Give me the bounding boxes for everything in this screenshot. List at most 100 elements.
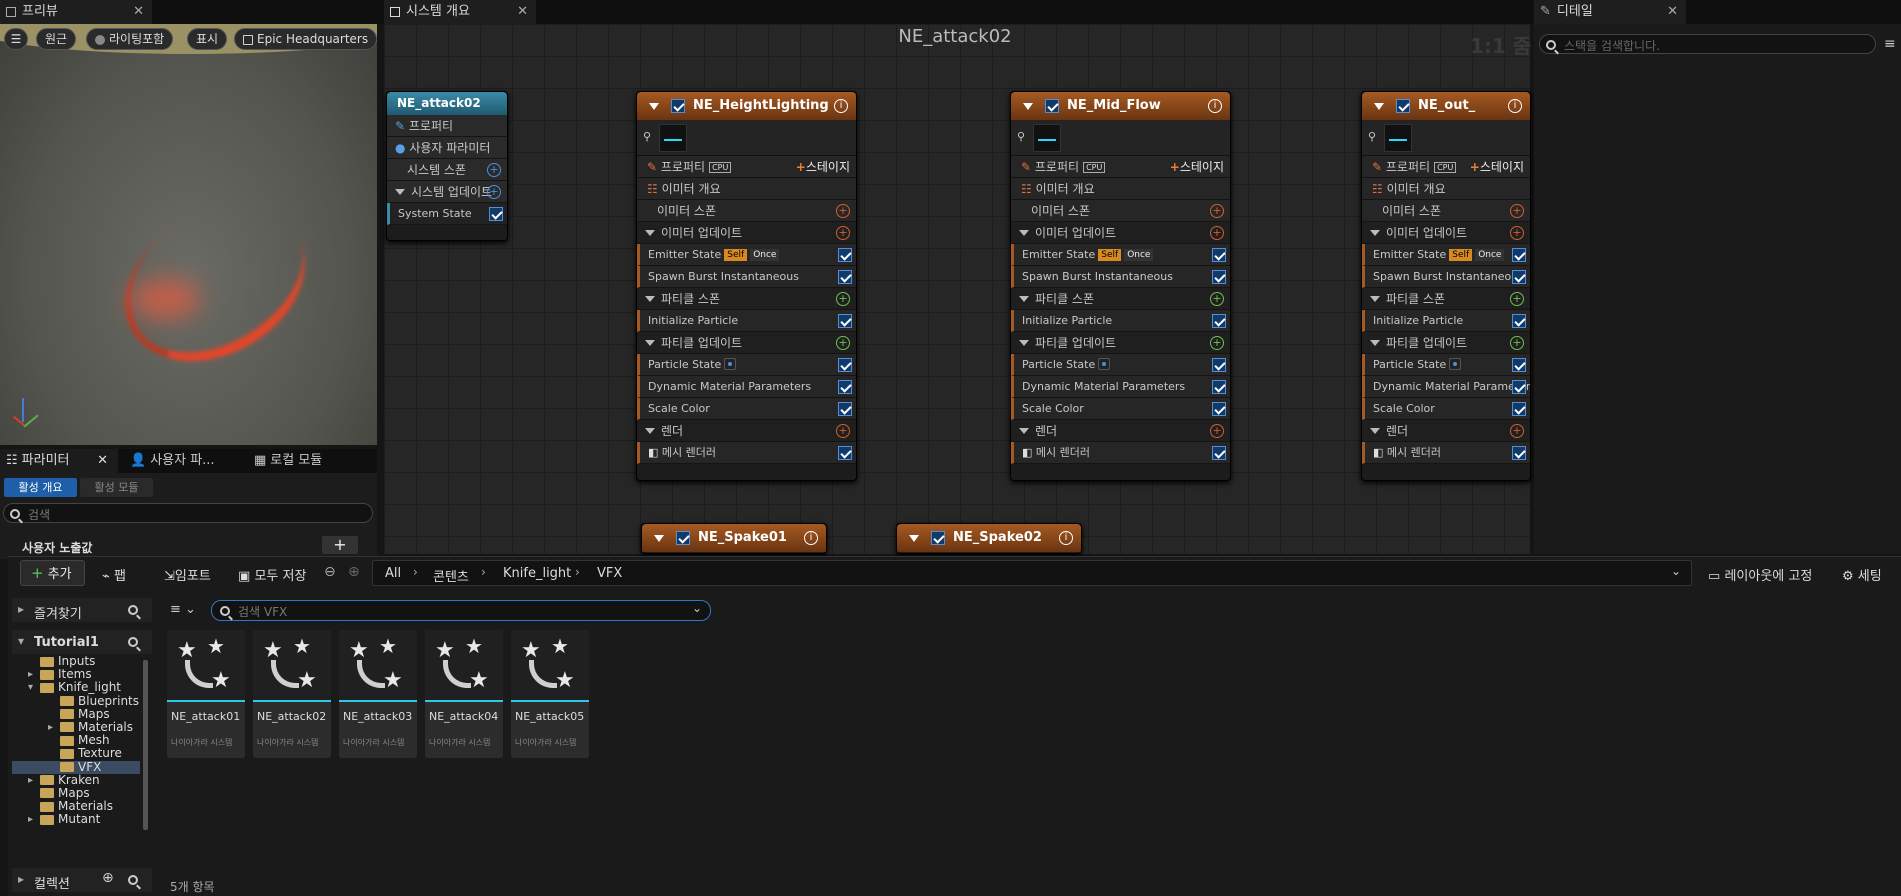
emitter-state-row[interactable]: Emitter State Self Once	[1011, 244, 1230, 266]
emitter-node[interactable]: NE_HeightLighting i ⚲ ✎ 프로퍼티 CPU +스테이지 ☷ 이미…	[636, 91, 857, 481]
add-module-icon[interactable]: +	[1210, 226, 1224, 240]
collapse-icon[interactable]	[654, 535, 664, 542]
add-module-icon[interactable]: +	[1210, 292, 1224, 306]
render-row[interactable]: 렌더 +	[1011, 420, 1230, 442]
particle-spawn-row[interactable]: 파티클 스폰 +	[1011, 288, 1230, 310]
spawn-burst-row[interactable]: Spawn Burst Instantaneous	[637, 266, 856, 288]
add-module-icon[interactable]: +	[1510, 226, 1524, 240]
active-modules-button[interactable]: 활성 모듈	[80, 478, 153, 497]
collapse-icon[interactable]	[909, 535, 919, 542]
emitter-enable-checkbox[interactable]	[1045, 99, 1059, 113]
back-icon[interactable]: ⊖	[324, 564, 336, 580]
enable-checkbox[interactable]	[1512, 248, 1526, 262]
asset-search-input[interactable]: 검색 VFX ⌄	[211, 600, 711, 621]
breadcrumb-all[interactable]: All	[385, 566, 401, 581]
enable-checkbox[interactable]	[1512, 446, 1526, 460]
mesh-renderer-row[interactable]: ◧ 메시 렌더러	[1362, 442, 1530, 464]
collapse-icon[interactable]	[649, 103, 659, 110]
chevron-down-icon[interactable]: ⌄	[692, 601, 702, 615]
add-user-param-button[interactable]: +	[322, 536, 358, 554]
emitter-enable-checkbox[interactable]	[931, 531, 945, 545]
add-stage-button[interactable]: +스테이지	[1470, 156, 1524, 177]
emitter-node-spake02[interactable]: NE_Spake02 i	[896, 523, 1082, 554]
add-module-icon[interactable]: +	[1510, 336, 1524, 350]
scale-color-row[interactable]: Scale Color	[1011, 398, 1230, 420]
enable-checkbox[interactable]	[1212, 358, 1226, 372]
dynamic-material-row[interactable]: Dynamic Material Parameters	[1011, 376, 1230, 398]
system-graph[interactable]	[384, 24, 1530, 554]
folder-item[interactable]: Texture	[12, 747, 140, 760]
tab-system-overview[interactable]: 시스템 개요 ✕	[384, 0, 536, 24]
enable-checkbox[interactable]	[1212, 314, 1226, 328]
add-module-icon[interactable]: +	[487, 185, 501, 199]
emitter-enable-checkbox[interactable]	[676, 531, 690, 545]
emitter-update-row[interactable]: 이미터 업데이트 +	[637, 222, 856, 244]
init-particle-row[interactable]: Initialize Particle	[1011, 310, 1230, 332]
close-icon[interactable]: ✕	[133, 0, 144, 24]
emitter-spawn-row[interactable]: 이미터 스폰 +	[1011, 200, 1230, 222]
particle-state-row[interactable]: Particle State	[1011, 354, 1230, 376]
emitter-summary-row[interactable]: ☷ 이미터 개요	[637, 178, 856, 200]
emitter-state-row[interactable]: Emitter State Self Once	[1362, 244, 1530, 266]
preview-viewport[interactable]	[0, 24, 377, 445]
asset-tile[interactable]: ★ ★ ★ NE_attack01 나이아가라 시스템	[167, 630, 245, 758]
render-row[interactable]: 렌더 +	[637, 420, 856, 442]
filter-button[interactable]: ≡ ⌄	[170, 602, 196, 617]
expand-icon[interactable]: ▸	[48, 721, 53, 734]
perspective-button[interactable]: 원근	[36, 28, 77, 50]
add-module-icon[interactable]: +	[836, 336, 850, 350]
spawn-burst-row[interactable]: Spawn Burst Instantaneous	[1011, 266, 1230, 288]
tab-parameters[interactable]: ☷ 파라미터 ✕	[0, 449, 118, 473]
expand-icon[interactable]: ▸	[28, 813, 33, 826]
collapse-icon[interactable]	[1374, 103, 1384, 110]
info-icon[interactable]: i	[804, 531, 818, 545]
enable-checkbox[interactable]	[1212, 270, 1226, 284]
add-stage-button[interactable]: +스테이지	[796, 156, 850, 177]
breadcrumb-vfx[interactable]: VFX	[597, 566, 622, 581]
particle-spawn-row[interactable]: 파티클 스폰 +	[637, 288, 856, 310]
info-icon[interactable]: i	[834, 99, 848, 113]
enable-checkbox[interactable]	[838, 358, 852, 372]
forward-icon[interactable]: ⊕	[348, 564, 360, 580]
particle-update-row[interactable]: 파티클 업데이트 +	[1011, 332, 1230, 354]
lighting-button[interactable]: 라이팅포함	[86, 28, 174, 50]
particle-update-row[interactable]: 파티클 업데이트 +	[637, 332, 856, 354]
save-all-button[interactable]: ▣ 모두 저장	[238, 565, 306, 584]
emitter-update-row[interactable]: 이미터 업데이트 +	[1011, 222, 1230, 244]
add-module-icon[interactable]: +	[836, 204, 850, 218]
add-module-icon[interactable]: +	[1210, 204, 1224, 218]
emitter-update-row[interactable]: 이미터 업데이트 +	[1362, 222, 1530, 244]
info-icon[interactable]: i	[1508, 99, 1522, 113]
emitter-enable-checkbox[interactable]	[671, 99, 685, 113]
mesh-renderer-row[interactable]: ◧ 메시 렌더러	[1011, 442, 1230, 464]
chevron-down-icon[interactable]: ⌄	[1671, 564, 1681, 578]
emitter-properties-row[interactable]: ✎ 프로퍼티 CPU +스테이지	[1362, 156, 1530, 178]
expand-icon[interactable]: ▸	[28, 774, 33, 787]
spawn-burst-row[interactable]: Spawn Burst Instantaneous	[1362, 266, 1530, 288]
add-module-icon[interactable]: +	[487, 163, 501, 177]
enable-checkbox[interactable]	[1512, 380, 1526, 394]
particle-update-row[interactable]: 파티클 업데이트 +	[1362, 332, 1530, 354]
info-icon[interactable]: i	[1208, 99, 1222, 113]
mesh-renderer-row[interactable]: ◧ 메시 렌더러	[637, 442, 856, 464]
enable-checkbox[interactable]	[1512, 270, 1526, 284]
enable-checkbox[interactable]	[1212, 380, 1226, 394]
add-module-icon[interactable]: +	[1510, 424, 1524, 438]
close-icon[interactable]: ✕	[1667, 0, 1678, 24]
particle-spawn-row[interactable]: 파티클 스폰 +	[1362, 288, 1530, 310]
fab-button[interactable]: ⌁ 팹	[102, 565, 126, 584]
params-search-input[interactable]: 검색	[3, 503, 373, 523]
close-icon[interactable]: ✕	[517, 0, 528, 24]
init-particle-row[interactable]: Initialize Particle	[1362, 310, 1530, 332]
asset-tile[interactable]: ★ ★ ★ NE_attack03 나이아가라 시스템	[339, 630, 417, 758]
tree-scrollbar[interactable]	[143, 660, 148, 830]
collections-header[interactable]: ▸ 컬렉션 ⊕	[12, 868, 152, 892]
expand-icon[interactable]: ▾	[28, 681, 33, 694]
enable-checkbox[interactable]	[1512, 402, 1526, 416]
emitter-node[interactable]: NE_Mid_Flow i ⚲ ✎ 프로퍼티 CPU +스테이지 ☷ 이미터 개요 이…	[1010, 91, 1231, 481]
active-overview-button[interactable]: 활성 개요	[4, 478, 77, 497]
add-button[interactable]: + 추가	[20, 560, 85, 586]
render-row[interactable]: 렌더 +	[1362, 420, 1530, 442]
system-state-row[interactable]: System State	[387, 203, 507, 225]
folder-item[interactable]: ▸ Materials	[12, 720, 140, 734]
